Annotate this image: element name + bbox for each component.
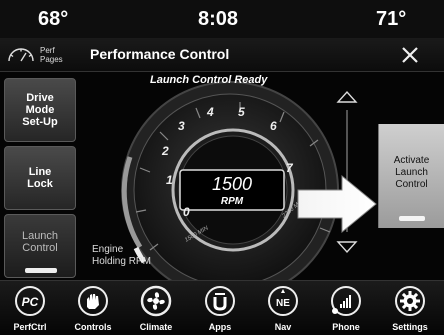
status-bar: 68° 8:08 71° xyxy=(0,0,444,38)
close-icon xyxy=(402,47,418,63)
dock-label-phone: Phone xyxy=(332,322,360,332)
dock-perfctrl[interactable]: PC PerfCtrl xyxy=(0,285,60,335)
dock-label-controls: Controls xyxy=(74,322,112,332)
title-bar: Perf Pages Performance Control xyxy=(0,38,444,72)
close-button[interactable] xyxy=(396,42,424,68)
dock-apps[interactable]: Apps xyxy=(190,285,250,335)
dock-nav[interactable]: NE Nav xyxy=(253,285,313,335)
dock-label-nav: Nav xyxy=(274,322,292,332)
launch-control-button[interactable]: Launch Control xyxy=(4,214,76,278)
gear-icon xyxy=(395,286,425,316)
tick-label-5: 5 xyxy=(238,105,245,119)
dock-phone[interactable]: Phone xyxy=(316,285,376,335)
svg-text:PC: PC xyxy=(22,295,39,309)
right-temperature[interactable]: 71° xyxy=(376,8,406,31)
line-lock-label-1: Line xyxy=(28,166,52,178)
perf-pages-label-1: Perf xyxy=(40,46,55,55)
dock-controls[interactable]: Controls xyxy=(63,285,123,335)
activate-launch-control-button[interactable]: Activate Launch Control xyxy=(378,124,444,228)
activate-indicator xyxy=(399,216,425,221)
dock-label-climate: Climate xyxy=(139,322,173,332)
line-lock-label-2: Lock xyxy=(27,178,53,190)
rpm-value: 1500 xyxy=(212,174,252,194)
dock-settings[interactable]: Settings xyxy=(380,285,440,335)
main-panel: 0 1 2 3 4 5 6 7 1500 RPM 1500 MIN 2200 M… xyxy=(0,72,444,280)
pc-logo-icon: PC xyxy=(15,286,45,316)
engine-label-1: Engine xyxy=(92,244,124,255)
dock-label-apps: Apps xyxy=(208,322,232,332)
drive-mode-label-2: Mode xyxy=(25,104,55,116)
engine-label-2: Holding RPM xyxy=(92,256,151,267)
launch-status: Launch Control Ready xyxy=(150,74,268,86)
bottom-dock: PC PerfCtrl Controls Climate Apps NE Nav… xyxy=(0,280,444,335)
dock-label-settings: Settings xyxy=(392,322,428,332)
page-title: Performance Control xyxy=(90,46,230,62)
clock: 8:08 xyxy=(198,8,239,30)
rpm-down-arrow-icon[interactable] xyxy=(336,241,358,254)
perf-pages-icon xyxy=(8,48,34,62)
apps-icon xyxy=(205,286,235,316)
tick-label-2: 2 xyxy=(161,144,169,158)
tick-label-1: 1 xyxy=(166,173,173,187)
tick-label-0: 0 xyxy=(183,205,190,219)
dock-label-perfctrl: PerfCtrl xyxy=(13,322,47,332)
dock-climate[interactable]: Climate xyxy=(126,285,186,335)
climate-fan-icon xyxy=(140,285,172,317)
tick-label-3: 3 xyxy=(178,119,185,133)
rpm-up-arrow-icon[interactable] xyxy=(336,90,358,103)
drive-mode-label-3: Set-Up xyxy=(22,116,58,128)
phone-icon xyxy=(331,286,361,316)
drive-mode-label-1: Drive xyxy=(26,92,54,104)
rpm-unit: RPM xyxy=(221,196,244,207)
activate-label-3: Control xyxy=(395,179,428,190)
controls-hand-icon xyxy=(78,286,108,316)
svg-text:NE: NE xyxy=(276,298,290,309)
launch-control-label-1: Launch xyxy=(21,230,59,242)
activate-label-1: Activate xyxy=(393,155,430,166)
nav-compass-icon: NE xyxy=(268,286,298,316)
line-lock-button[interactable]: Line Lock xyxy=(4,146,76,210)
perf-pages-label-2: Pages xyxy=(40,55,63,64)
drive-mode-setup-button[interactable]: Drive Mode Set-Up xyxy=(4,78,76,142)
tick-label-6: 6 xyxy=(270,119,277,133)
activate-label-2: Launch xyxy=(395,167,428,178)
tick-label-4: 4 xyxy=(206,105,214,119)
left-temperature[interactable]: 68° xyxy=(38,8,68,31)
launch-control-label-2: Control xyxy=(22,242,58,254)
selected-indicator xyxy=(25,268,57,273)
perf-pages-button[interactable]: Perf Pages xyxy=(6,44,70,68)
